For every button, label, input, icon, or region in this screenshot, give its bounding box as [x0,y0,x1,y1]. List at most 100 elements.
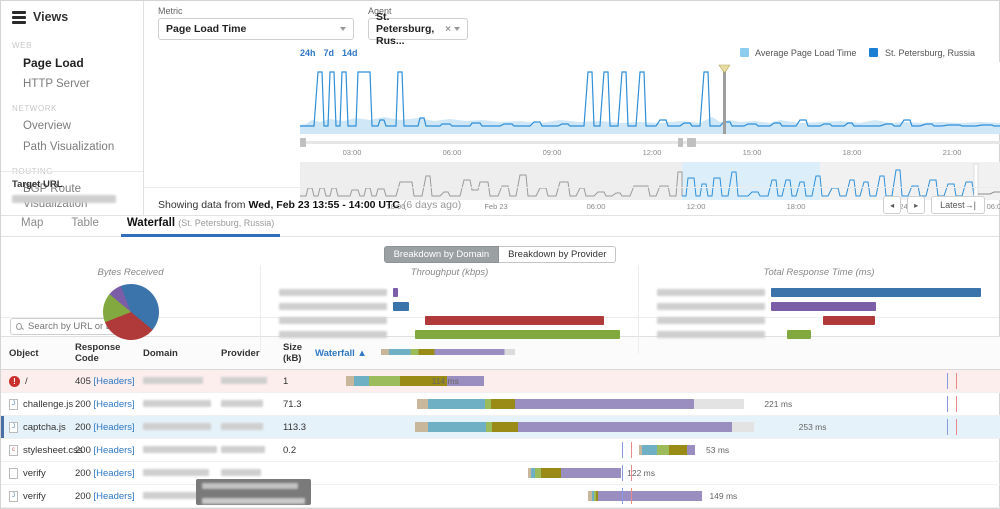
chart-legend: Average Page Load Time St. Petersburg, R… [740,48,975,58]
tab-map[interactable]: Map [7,217,57,236]
seg-connect [642,445,657,455]
headers-link[interactable]: [Headers] [94,491,135,502]
cell-size: 1 [283,370,315,393]
next-button[interactable]: ▸ [907,196,925,214]
sidebar-item-http-server[interactable]: HTTP Server [1,74,143,95]
chart-scrollbar-thumb-2[interactable] [687,138,696,147]
page-load-time-chart[interactable]: 10.26 s < 1 ms [300,62,1000,134]
breakdown-by-domain-button[interactable]: Breakdown by Domain [384,246,500,263]
headers-link[interactable]: [Headers] [94,445,135,456]
response-time-bar-row[interactable] [657,329,981,339]
tick-1200: 12:00 [643,148,662,157]
cell-response-code: 200 [Headers] [75,439,143,462]
object-name: / [25,376,28,387]
dom-load-line [622,488,623,504]
table-body: ! / 405 [Headers] 1 [1,370,1000,508]
page-load-line [631,442,632,458]
range-14d[interactable]: 14d [342,48,358,58]
waterfall-cell[interactable]: 221 ms [315,396,1000,412]
waterfall-cell[interactable]: 53 ms [315,442,1000,458]
chart-scrollbar-track[interactable] [300,141,1000,144]
waterfall-table: Object Response Code Domain Provider Siz… [1,336,1000,508]
range-7d[interactable]: 7d [324,48,335,58]
table-row[interactable]: J verify 200 [Headers] 0.2 [1,485,1000,508]
waterfall-cell[interactable]: 114 ms [315,373,1000,389]
throughput-bar-row[interactable] [279,287,620,297]
waterfall-bar [528,468,621,478]
object-cell: J captcha.js [1,422,75,433]
waterfall-cell[interactable]: 122 ms [315,465,1000,481]
agent-select-actions: × [441,24,460,35]
controls-row: Metric Page Load Time Agent St. Petersbu… [144,1,999,40]
table-row[interactable]: J captcha.js 200 [Headers] 113.3 [1,416,1000,439]
throughput-bar-row[interactable] [279,301,620,311]
page-load-line [956,419,957,435]
domain-redacted [143,400,211,407]
latest-button[interactable]: Latest→| [931,196,985,214]
chart-scrollbar-handle-left[interactable] [300,138,306,147]
cell-waterfall: 253 ms [315,416,1000,439]
nav-group-label-web: WEB [1,32,143,53]
response-code: 405 [75,376,91,387]
page-load-line [631,488,632,504]
response-time-bar-row[interactable] [657,301,981,311]
throughput-bar-row[interactable] [279,329,620,339]
throughput-bar [415,330,620,339]
headers-link[interactable]: [Headers] [94,422,135,433]
tab-table[interactable]: Table [57,217,113,236]
provider-redacted [221,423,263,430]
response-time-bar [771,302,876,311]
response-time-bar [771,288,981,297]
cell-response-code: 200 [Headers] [75,485,143,508]
response-time-bar-label-redacted [657,317,765,324]
response-code: 200 [75,491,91,502]
seg-dns [346,376,354,386]
chevron-down-icon [454,27,460,31]
table-row[interactable]: J challenge.js 200 [Headers] 71.3 [1,393,1000,416]
bytes-received-panel: Bytes Received [1,265,260,353]
sidebar-item-overview[interactable]: Overview [1,116,143,137]
agent-select[interactable]: St. Petersburg, Rus... × [368,18,468,40]
sidebar-item-page-load[interactable]: Page Load [1,53,143,74]
dom-load-line [947,419,948,435]
seg-receive [518,422,732,432]
throughput-panel: Throughput (kbps) [260,265,638,353]
seg-idle [694,399,744,409]
layers-icon [12,11,26,24]
range-24h[interactable]: 24h [300,48,316,58]
headers-link[interactable]: [Headers] [94,399,135,410]
headers-link[interactable]: [Headers] [94,376,135,387]
agent-control: Agent St. Petersburg, Rus... × [368,6,468,40]
sidebar: Views WEB Page Load HTTP Server NETWORK … [1,1,144,215]
close-icon[interactable]: × [445,24,451,35]
seg-dns [417,399,428,409]
table-row[interactable]: verify 200 [Headers] [1,462,1000,485]
seg-receive [515,399,694,409]
prev-button[interactable]: ◂ [883,196,901,214]
response-time-bar-row[interactable] [657,287,981,297]
cell-response-code: 200 [Headers] [75,393,143,416]
response-time-bar-label-redacted [657,289,765,296]
throughput-bar-label-redacted [279,317,387,324]
breakdown-by-provider-button[interactable]: Breakdown by Provider [499,246,616,263]
table-row[interactable]: c stylesheet.css 200 [Headers] 0.2 [1,439,1000,462]
table-row[interactable]: ! / 405 [Headers] 1 [1,370,1000,393]
chart-scrollbar-thumb[interactable] [678,138,683,147]
page-root: Views WEB Page Load HTTP Server NETWORK … [0,0,1000,509]
provider-redacted [221,469,261,476]
throughput-bar-row[interactable] [279,315,620,325]
waterfall-cell[interactable]: 253 ms [315,419,1000,435]
metric-select[interactable]: Page Load Time [158,18,354,40]
total-response-time-panel: Total Response Time (ms) [638,265,999,353]
tab-waterfall[interactable]: Waterfall (St. Petersburg, Russia) [113,217,288,236]
waterfall-cell[interactable]: 149 ms [315,488,1000,504]
headers-link[interactable]: [Headers] [94,468,135,479]
response-time-bar-row[interactable] [657,315,981,325]
range-selector: 24h 7d 14d [300,48,358,58]
bytes-received-pie-chart[interactable] [103,284,159,340]
chart-scrollbar[interactable] [300,138,1000,147]
cell-domain [143,416,221,439]
sidebar-item-path-visualization[interactable]: Path Visualization [1,137,143,158]
response-time-bar-label-redacted [657,303,765,310]
cell-object: J captcha.js [1,416,75,439]
